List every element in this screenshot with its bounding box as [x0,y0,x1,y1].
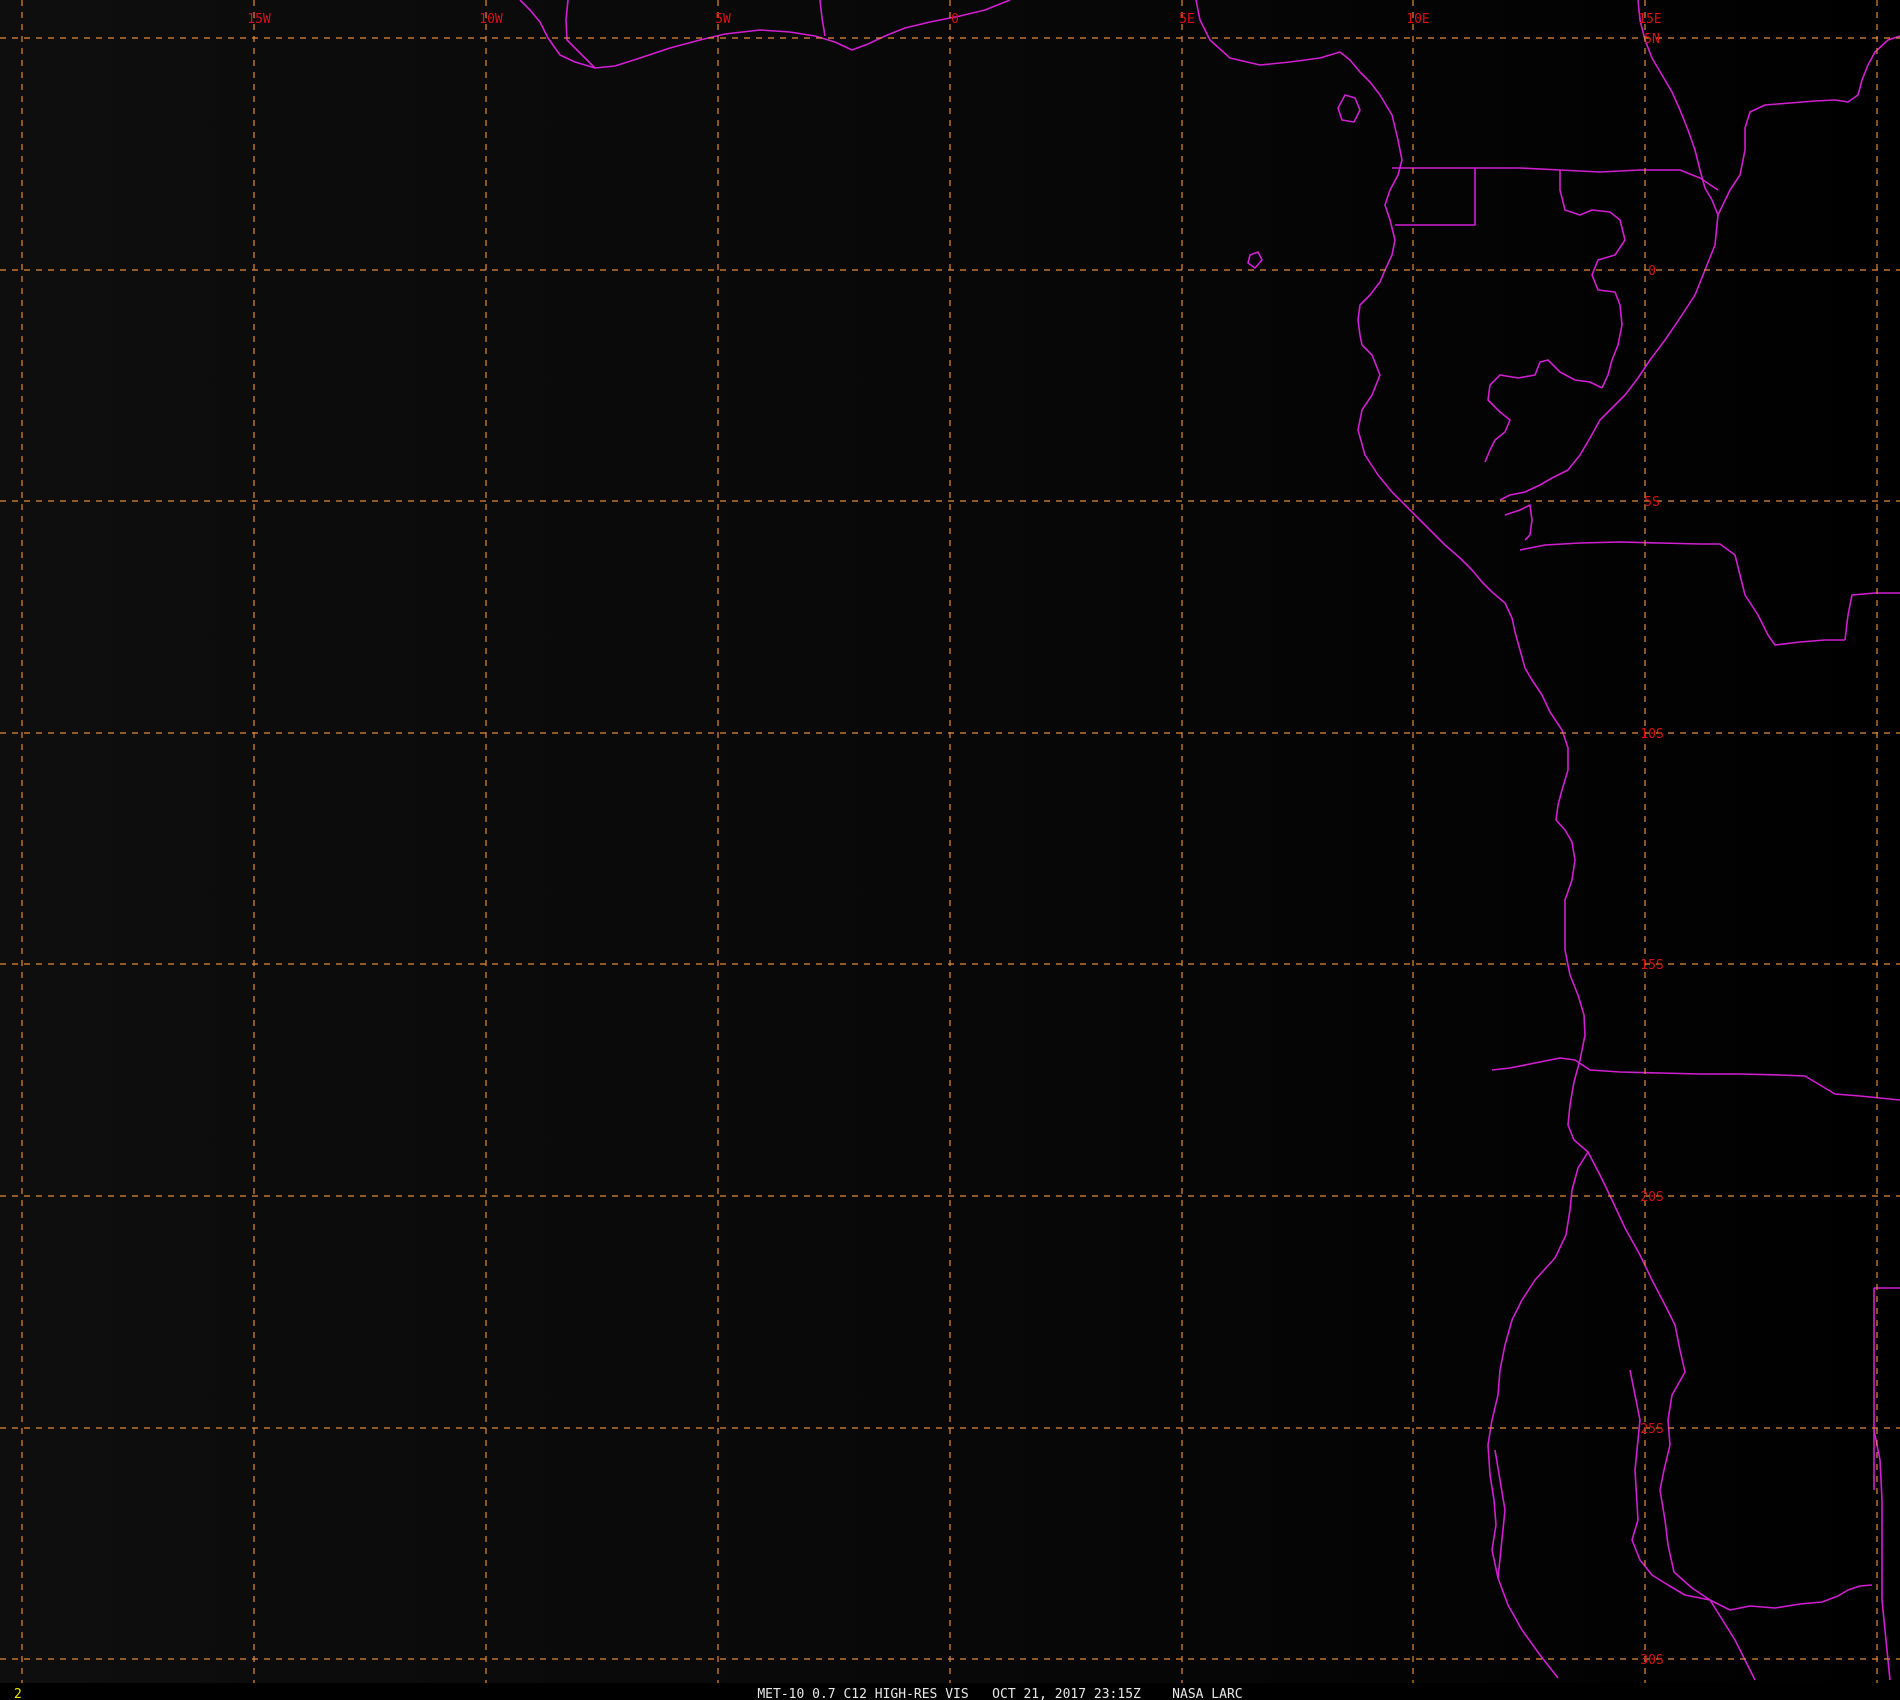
longitude-label: 0 [951,12,959,27]
frame-number: 2 [14,1687,22,1700]
map-canvas: 15W 10W 5W 0 5E 10E 15E 5N 0 5S 10S 15S 20S 25S 30S 2… [0,0,1900,1700]
latitude-label: 15S [1640,958,1663,973]
longitude-label: 5W [715,12,731,27]
latitude-label: 10S [1640,727,1663,742]
longitude-label: 5E [1179,12,1195,27]
latitude-label: 0 [1648,264,1656,279]
longitude-label: 15W [247,12,271,27]
longitude-label: 10W [479,12,503,27]
footer-caption: MET-10 0.7 C12 HIGH-RES VIS OCT 21, 2017… [757,1687,1242,1700]
latitude-label: 25S [1640,1422,1663,1437]
longitude-label: 15E [1638,12,1661,27]
satellite-map: 15W 10W 5W 0 5E 10E 15E 5N 0 5S 10S 15S 20S 25S 30S 2… [0,0,1900,1700]
latitude-label: 20S [1640,1190,1663,1205]
latitude-label: 30S [1640,1653,1663,1668]
latitude-label: 5N [1644,32,1660,47]
longitude-label: 10E [1406,12,1429,27]
latitude-label: 5S [1644,495,1660,510]
